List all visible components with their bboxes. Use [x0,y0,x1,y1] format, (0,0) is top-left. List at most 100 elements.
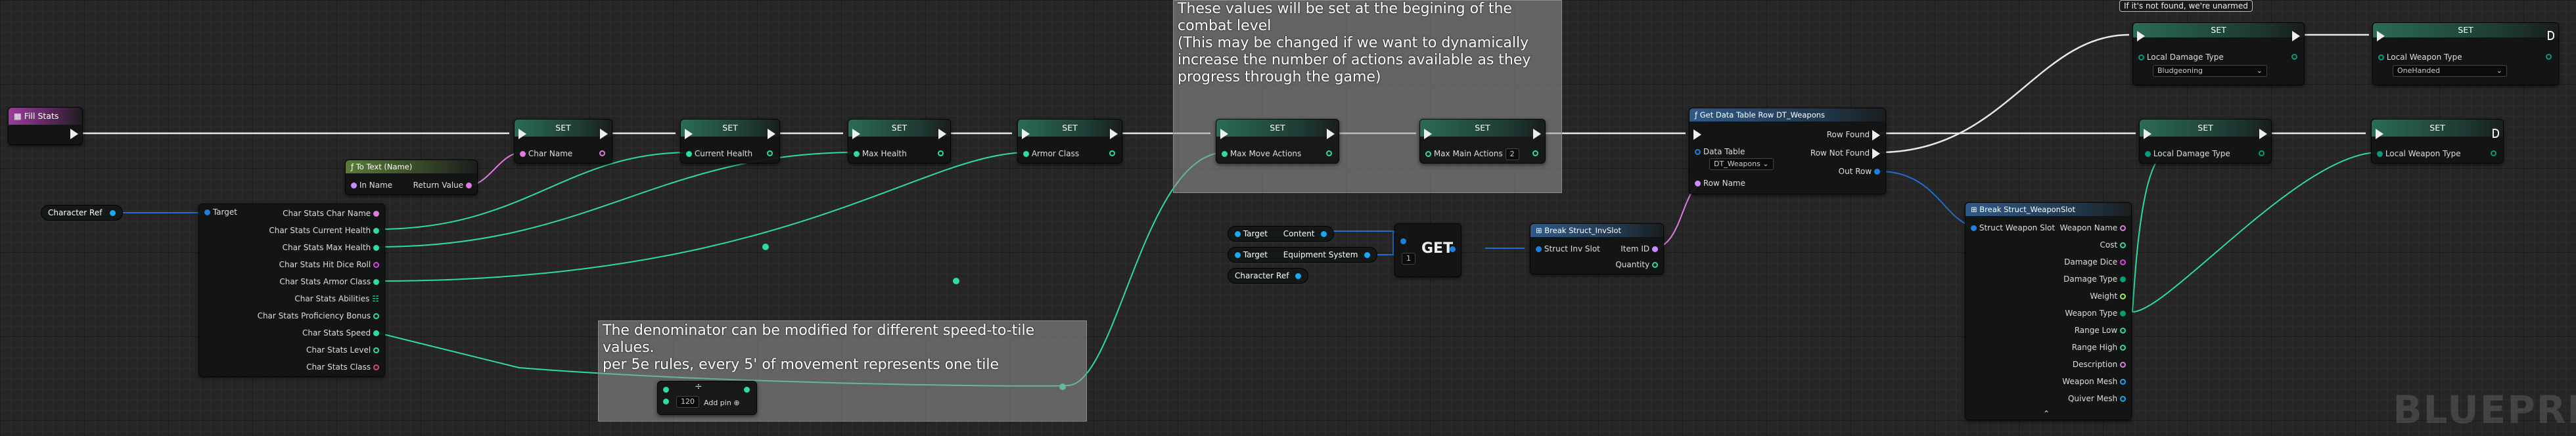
set-max-health-node[interactable]: SET Max Health [848,119,951,164]
object-pin[interactable] [1235,231,1241,237]
float-pin[interactable] [2120,294,2126,299]
int-pin[interactable] [1532,150,1538,156]
int-pin[interactable] [854,151,860,157]
object-pin[interactable] [1235,252,1241,258]
byte-pin[interactable] [2291,54,2297,60]
exec-in-pin[interactable] [685,129,693,139]
int-pin[interactable] [373,228,379,234]
int-pin[interactable] [373,347,379,353]
int-pin[interactable] [1652,262,1658,268]
text-pin[interactable] [466,183,472,188]
exec-in-pin[interactable] [1220,129,1228,139]
int-pin[interactable] [373,245,379,251]
int-pin[interactable] [744,387,750,393]
int-pin[interactable] [1109,150,1115,156]
int-pin[interactable] [2120,242,2126,248]
name-pin[interactable] [1652,246,1658,252]
get-data-table-row-node[interactable]: ƒ Get Data Table Row DT_Weapons Row Foun… [1689,108,1886,194]
exec-in-pin[interactable] [1022,129,1030,139]
exec-out-pin[interactable] [1327,129,1335,139]
exec-out-pin[interactable] [1533,129,1541,139]
local-weapon-type-dropdown[interactable]: OneHanded ⌄ [2393,65,2507,77]
text-pin[interactable] [2120,225,2126,231]
byte-pin[interactable] [2546,54,2552,60]
exec-in-pin[interactable] [1424,129,1432,139]
exec-out-pin[interactable] [70,129,78,139]
exec-out-pin[interactable] [2548,31,2554,40]
byte-pin[interactable] [2377,151,2383,157]
exec-out-pin[interactable] [1110,129,1118,139]
set-local-damage-type-top-node[interactable]: SET Local Damage Type Bludgeoning ⌄ [2132,22,2305,85]
int-pin[interactable] [1023,151,1029,157]
array-pin-icon[interactable]: ☷ [372,294,379,303]
exec-in-pin[interactable] [1693,129,1701,140]
exec-in-pin[interactable] [852,129,860,139]
text-pin[interactable] [599,150,605,156]
struct-pin[interactable] [204,209,210,215]
int-pin[interactable] [1222,151,1228,157]
int-pin[interactable] [938,150,944,156]
int-pin[interactable] [373,313,379,319]
exec-out-pin[interactable] [938,129,946,139]
int-pin[interactable] [663,399,669,404]
set-max-move-actions-node[interactable]: SET Max Move Actions [1216,119,1339,164]
exec-in-pin[interactable] [2376,129,2383,139]
byte-pin[interactable] [373,364,379,370]
object-pin[interactable] [2120,396,2126,402]
object-pin[interactable] [110,210,116,216]
set-local-damage-type-node[interactable]: SET Local Damage Type [2139,119,2272,164]
string-pin[interactable] [2120,259,2126,265]
int-pin[interactable] [373,330,379,336]
array-get-node[interactable]: GET 1 [1394,223,1461,277]
comment-box-actions[interactable]: These values will be set at the begining… [1173,0,1562,193]
max-main-actions-input[interactable]: 2 [1505,148,1519,160]
exec-in-pin[interactable] [2377,31,2385,41]
exec-out-pin[interactable] [600,129,608,139]
add-pin-button[interactable]: Add pin ⊕ [704,399,740,407]
int-pin[interactable] [2120,328,2126,334]
text-pin[interactable] [520,151,526,157]
object-pin[interactable] [1295,273,1302,279]
exec-in-pin[interactable] [2144,129,2151,139]
break-weaponslot-node[interactable]: ⊞ Break Struct_WeaponSlot Struct Weapon … [1965,202,2132,420]
struct-pin[interactable] [1536,246,1542,252]
int-pin[interactable] [663,387,669,393]
exec-out-pin[interactable] [768,129,775,139]
collapse-chevron-icon[interactable]: ⌃ [2043,409,2050,418]
divide-node[interactable]: ÷ 120 Add pin ⊕ [657,381,757,415]
set-max-main-actions-node[interactable]: SET Max Main Actions 2 [1419,119,1546,164]
object-pin[interactable] [1364,252,1371,258]
exec-in-pin[interactable] [518,129,526,139]
int-pin[interactable] [686,151,692,157]
set-local-weapon-type-node[interactable]: SET Local Weapon Type [2371,119,2504,164]
byte-pin[interactable] [2378,54,2384,60]
exec-out-pin[interactable] [2259,129,2267,139]
object-pin[interactable] [2120,379,2126,385]
denominator-input[interactable]: 120 [676,396,699,408]
struct-pin[interactable] [1450,246,1456,252]
text-pin[interactable] [2120,362,2126,368]
byte-pin[interactable] [2259,150,2265,156]
struct-pin[interactable] [1874,169,1880,175]
target-equipment-node[interactable]: Target Equipment System [1228,247,1378,263]
fill-stats-node[interactable]: ▦ Fill Stats [8,107,83,145]
struct-pin[interactable] [1971,225,1977,231]
byte-pin[interactable] [2491,150,2496,156]
int-pin[interactable] [1425,151,1431,157]
array-pin[interactable] [1400,238,1406,244]
byte-pin[interactable] [2138,54,2144,60]
int-pin[interactable] [767,150,773,156]
string-pin[interactable] [373,262,379,268]
set-current-health-node[interactable]: SET Current Health [680,119,780,164]
byte-pin[interactable] [2145,151,2151,157]
int-pin[interactable] [2120,345,2126,351]
exec-in-pin[interactable] [2137,31,2145,41]
exec-out-pin[interactable] [2292,31,2300,41]
to-text-name-node[interactable]: ƒ To Text (Name) In Name Return Value [345,160,478,195]
name-pin[interactable] [351,183,357,188]
break-char-stats-node[interactable]: Target Char Stats Char Name Char Stats C… [198,204,385,377]
byte-pin[interactable] [2120,276,2126,282]
set-armor-class-node[interactable]: SET Armor Class [1017,119,1122,164]
character-ref-node-2[interactable]: Character Ref [1228,268,1309,284]
byte-pin[interactable] [2120,311,2126,316]
